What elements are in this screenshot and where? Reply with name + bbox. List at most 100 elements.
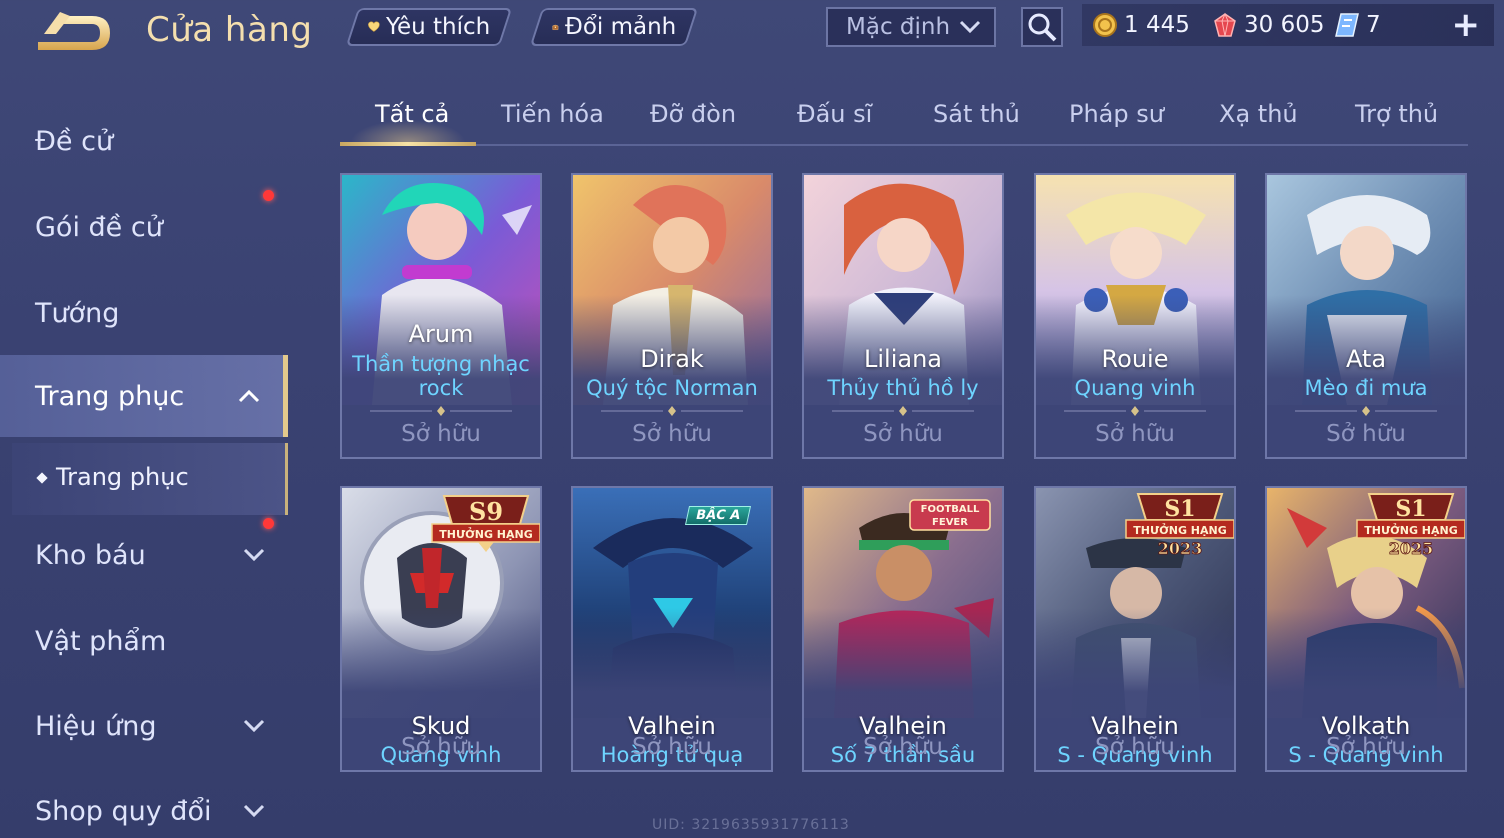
search-button[interactable] [1021,7,1063,47]
badge-year: 2025 [1389,539,1434,558]
divider-ornament [370,406,512,416]
skin-card-valhein-raven-prince[interactable]: BẬC A Valhein Hoàng tử quạ Sở hữu [571,486,773,772]
tab-fighter[interactable]: Đấu sĩ [797,100,872,128]
hero-name: Arum [408,320,474,348]
skin-card-volkath-s-glory[interactable]: S1 THƯỞNG HẠNG 2025 Volkath S - Quang vi… [1265,486,1467,772]
tier-badge: BẬC A [684,506,752,525]
badge-label: THƯỞNG HẠNG [439,527,533,541]
sidebar-item-label: Tướng [35,298,120,329]
sort-dropdown[interactable]: Mặc định [826,7,996,47]
skin-card-ata[interactable]: Ata Mèo đi mưa Sở hữu [1265,173,1467,459]
event-badge: FOOTBALL FEVER [909,499,991,531]
sidebar-item-label: Hiệu ứng [35,711,157,742]
sidebar-item-label: Shop quy đổi [35,796,212,827]
sidebar: Đề cử Gói đề cử Tướng Trang phục Trang p… [0,96,290,838]
chevron-down-icon [243,804,265,818]
sidebar-item-label: Vật phẩm [35,626,167,657]
search-icon [1028,13,1057,42]
tab-assassin[interactable]: Sát thủ [933,100,1020,128]
tab-mage[interactable]: Pháp sư [1069,100,1164,128]
skin-card-arum[interactable]: Arum Thần tượng nhạc rock Sở hữu [340,173,542,459]
favorite-button[interactable]: Yêu thích [345,8,513,46]
voucher-balance: 7 [1334,12,1381,38]
tab-support[interactable]: Trợ thủ [1355,100,1438,128]
sidebar-item-effects[interactable]: Hiệu ứng [0,685,288,767]
ruby-balance: 30 605 [1212,12,1324,38]
skin-card-rouie[interactable]: Rouie Quang vinh Sở hữu [1034,173,1236,459]
voucher-amount: 7 [1366,12,1381,38]
skin-name: Quý tộc Norman [586,376,758,400]
sidebar-item-skins[interactable]: Trang phục [0,355,288,437]
badge-season: S1 [1395,496,1426,522]
add-currency-button[interactable]: + [1452,8,1481,42]
hero-name: Liliana [864,345,942,373]
sidebar-item-recommended[interactable]: Đề cử [0,100,288,182]
tab-evolution[interactable]: Tiến hóa [501,100,604,128]
tab-all[interactable]: Tất cả [375,100,449,128]
hero-name: Rouie [1101,345,1169,373]
divider-ornament [1295,771,1437,772]
sidebar-item-label: Đề cử [35,126,114,157]
favorite-label: Yêu thích [385,14,490,40]
top-bar: Cửa hàng Yêu thích Đổi mảnh Mặc định 1 4… [0,0,1504,60]
ownership-status: Sở hữu [632,421,712,447]
sidebar-item-items[interactable]: Vật phẩm [0,600,288,682]
portrait-fade [1036,608,1234,728]
sidebar-subitem-skins[interactable]: Trang phục [12,443,288,515]
divider-ornament [1064,406,1206,416]
tab-tank[interactable]: Đỡ đòn [650,100,736,128]
ownership-status: Sở hữu [632,734,712,760]
rank-reward-badge: S1 THƯỞNG HẠNG 2025 [1356,493,1465,558]
shard-exchange-label: Đổi mảnh [564,14,676,40]
skin-name: Quang vinh [1074,376,1196,400]
portrait-fade [1267,608,1465,728]
portrait-fade [573,608,771,728]
portrait-fade [804,608,1002,728]
badge-line-1: FOOTBALL [921,504,980,515]
sidebar-item-label: Kho báu [35,540,146,571]
divider-ornament [370,771,512,772]
ruby-amount: 30 605 [1244,12,1325,38]
ownership-status: Sở hữu [1095,421,1175,447]
rank-reward-badge: S1 THƯỞNG HẠNG 2023 [1125,493,1234,558]
hero-name: Ata [1345,345,1387,373]
skin-card-valhein-s-glory[interactable]: S1 THƯỞNG HẠNG 2023 Valhein S - Quang vi… [1034,486,1236,772]
skin-name: Thần tượng nhạc [352,352,530,376]
currency-bar: 1 445 30 605 7 + [1082,4,1494,46]
badge-line-2: FEVER [932,517,968,528]
divider-ornament [1295,406,1437,416]
voucher-ticket-icon [1335,13,1359,37]
skin-name: Thủy thủ hồ ly [827,376,979,400]
back-arrow-icon[interactable] [34,12,114,54]
ownership-status: Sở hữu [1095,734,1175,760]
badge-label: THƯỞNG HẠNG [1364,523,1458,537]
skin-name-line-2: rock [418,376,464,400]
divider-ornament [832,771,974,772]
chevron-down-icon [243,548,265,562]
skin-card-dirak[interactable]: Dirak Quý tộc Norman Sở hữu [571,173,773,459]
ownership-status: Sở hữu [863,421,943,447]
skin-card-skud[interactable]: S9 THƯỞNG HẠNG Skud Quang vinh Sở hữu [340,486,542,772]
sidebar-item-heroes[interactable]: Tướng [0,272,288,354]
sidebar-item-exchange-shop[interactable]: Shop quy đổi [0,770,288,838]
shard-exchange-button[interactable]: Đổi mảnh [529,8,699,46]
sidebar-item-treasure[interactable]: Kho báu [0,514,288,596]
ownership-status: Sở hữu [401,734,481,760]
sidebar-item-recommended-packs[interactable]: Gói đề cử [0,186,288,268]
heart-icon [368,21,380,32]
ownership-status: Sở hữu [1326,421,1406,447]
badge-season: S9 [469,497,503,526]
skin-card-liliana[interactable]: Liliana Thủy thủ hồ ly Sở hữu [802,173,1004,459]
ownership-status: Sở hữu [1326,734,1406,760]
notification-dot [263,190,274,201]
sidebar-item-label: Gói đề cử [35,212,163,243]
user-id-watermark: UID: 3219635931776113 [652,817,850,833]
skin-card-valhein-football[interactable]: FOOTBALL FEVER Valhein Số 7 thần sầu Sở … [802,486,1004,772]
chevron-up-icon [238,389,260,403]
bullet-icon [36,472,48,484]
ruby-gem-icon [1214,12,1236,37]
badge-season: S1 [1164,496,1195,522]
portrait-fade [342,608,540,728]
tab-marksman[interactable]: Xạ thủ [1219,100,1298,128]
badge-year: 2023 [1158,539,1203,558]
